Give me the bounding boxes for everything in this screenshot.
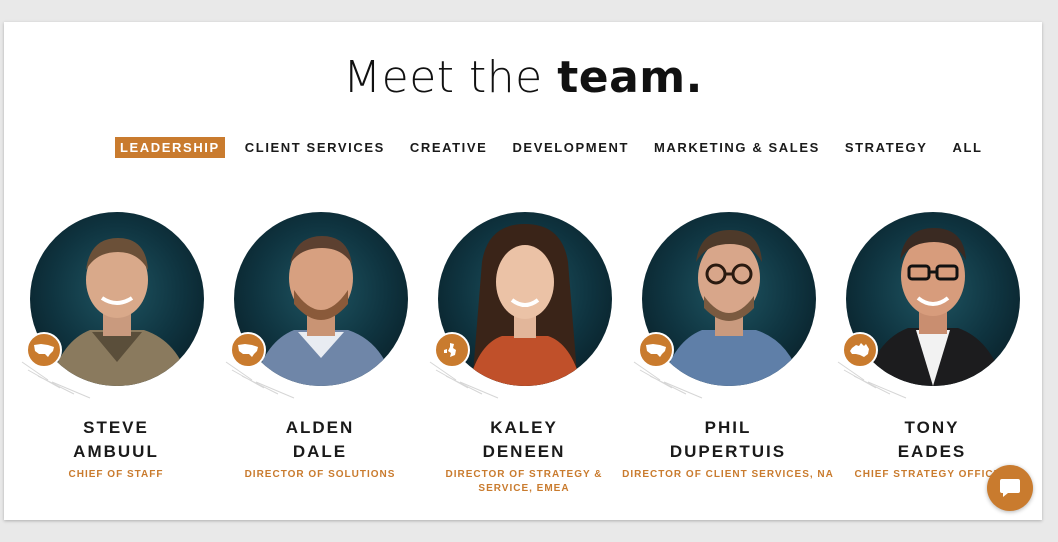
australia-map-icon <box>842 332 878 368</box>
member-first-name: STEVE <box>83 418 149 437</box>
member-last-name: EADES <box>897 442 967 461</box>
title-light: Meet the <box>343 52 558 103</box>
member-first-name: ALDEN <box>285 418 355 437</box>
title-bold: team. <box>557 52 703 103</box>
team-member-card[interactable]: KALEY DENEEN DIRECTOR OF STRATEGY & SERVI… <box>412 204 616 504</box>
member-last-name: DALE <box>292 442 348 461</box>
usa-map-icon <box>26 332 62 368</box>
usa-map-icon <box>638 332 674 368</box>
member-role: DIRECTOR OF CLIENT SERVICES, NA <box>622 469 834 480</box>
team-member-card[interactable]: TONY EADES CHIEF STRATEGY OFFICER <box>820 204 1024 504</box>
member-name: KALEY DENEEN <box>412 416 636 464</box>
member-first-name: PHIL <box>704 418 752 437</box>
tab-leadership[interactable]: LEADERSHIP <box>115 136 225 158</box>
member-last-name: AMBUUL <box>73 442 159 461</box>
tab-client-services[interactable]: CLIENT SERVICES <box>240 137 390 158</box>
member-first-name: TONY <box>904 418 960 437</box>
uk-map-icon <box>434 332 470 368</box>
member-last-name: DENEEN <box>482 442 566 461</box>
team-member-card[interactable]: ALDEN DALE DIRECTOR OF SOLUTIONS <box>208 204 412 504</box>
team-section: Meet the team. LEADERSHIP CLIENT SERVICE… <box>4 22 1042 520</box>
team-filter-tabs: LEADERSHIP CLIENT SERVICES CREATIVE DEVE… <box>115 136 1003 158</box>
team-member-card[interactable]: PHIL DUPERTUIS DIRECTOR OF CLIENT SERVICE… <box>616 204 833 504</box>
tab-all[interactable]: ALL <box>948 137 988 158</box>
tab-creative[interactable]: CREATIVE <box>405 137 493 158</box>
team-member-card[interactable]: STEVE AMBUUL CHIEF OF STAFF <box>4 204 208 504</box>
member-name: STEVE AMBUUL <box>4 416 228 464</box>
member-role: CHIEF OF STAFF <box>68 469 164 480</box>
chat-button[interactable] <box>987 465 1033 511</box>
member-name: TONY EADES <box>820 416 1042 464</box>
member-name: PHIL DUPERTUIS <box>616 416 840 464</box>
member-name: ALDEN DALE <box>208 416 432 464</box>
member-role: DIRECTOR OF SOLUTIONS <box>244 469 396 480</box>
page-title: Meet the team. <box>4 52 1042 103</box>
tab-development[interactable]: DEVELOPMENT <box>507 137 634 158</box>
member-last-name: DUPERTUIS <box>669 442 787 461</box>
member-role: DIRECTOR OF STRATEGY & SERVICE, EMEA <box>445 469 603 494</box>
chat-bubble-icon <box>1000 479 1020 497</box>
usa-map-icon <box>230 332 266 368</box>
member-first-name: KALEY <box>490 418 558 437</box>
tab-strategy[interactable]: STRATEGY <box>840 137 933 158</box>
tab-marketing-sales[interactable]: MARKETING & SALES <box>649 137 825 158</box>
